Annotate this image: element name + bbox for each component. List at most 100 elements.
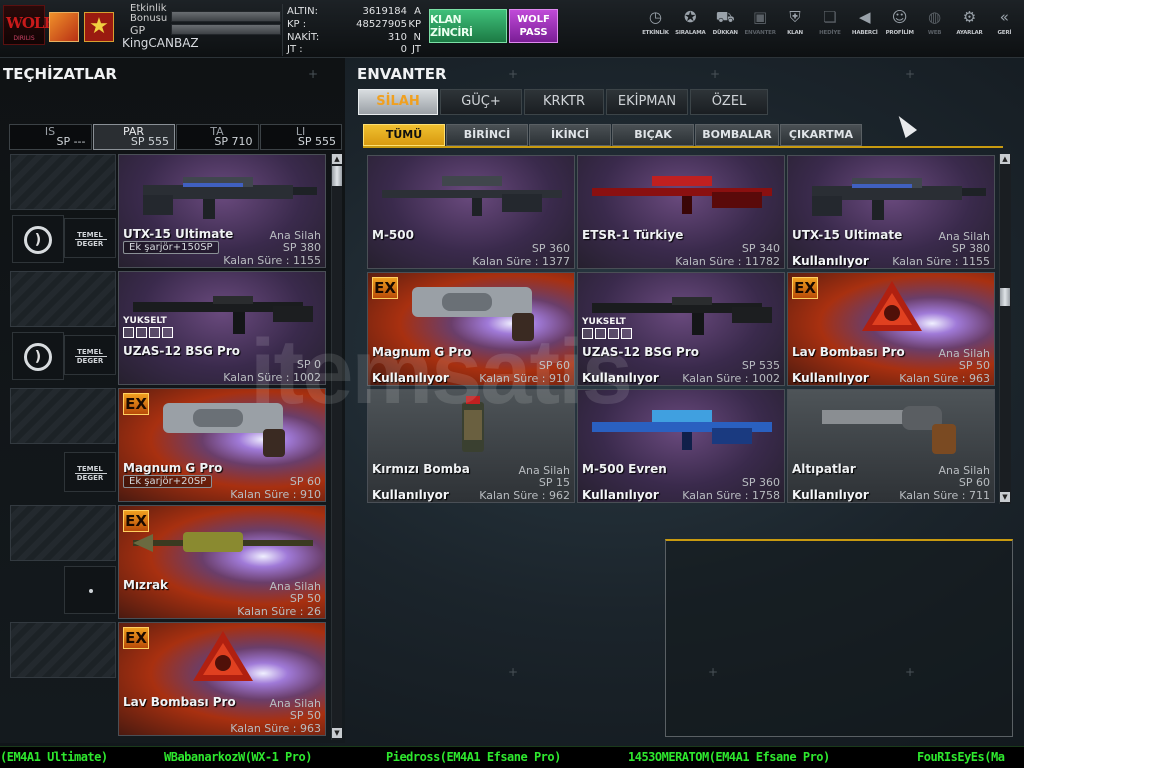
empty-slot[interactable] xyxy=(10,622,116,678)
remaining-time: Kalan Süre : 1377 xyxy=(472,255,570,268)
remaining-time: Kalan Süre : 963 xyxy=(230,722,321,735)
currency-label: KP : xyxy=(287,19,307,30)
class-tab[interactable]: LI SP 555 xyxy=(259,124,342,150)
tab-özel[interactable]: ÖZEL xyxy=(690,89,768,115)
equipment-slots: ) TEMEL DEĞER UTX-15 Ultimate Ana Silah SP 3… xyxy=(10,154,340,740)
class-tab-sp: SP 710 xyxy=(214,135,253,148)
klan-chain-button[interactable]: KLAN ZİNCİRİ xyxy=(429,9,507,43)
nav-label: HEDİYE xyxy=(819,30,841,36)
news-ticker: (EM4A1 Ultimate) WBabanarkozW(WX-1 Pro) … xyxy=(0,746,1024,768)
weapon-sp: SP 360 xyxy=(531,242,570,255)
filter-tab[interactable]: BIÇAK xyxy=(612,124,694,146)
equipped-item[interactable]: EX Lav Bombası Pro Ana Silah SP 50 Kalan Sür… xyxy=(118,622,326,736)
inventory-scrollbar[interactable]: ▲ ▼ xyxy=(999,154,1011,504)
scroll-down-icon[interactable]: ▼ xyxy=(1000,492,1010,502)
currency-row: JT : 0 JT xyxy=(287,44,421,56)
weapon-name: Lav Bombası Pro xyxy=(123,695,236,709)
scroll-down-icon[interactable]: ▼ xyxy=(332,728,342,738)
base-value-label: TEMEL DEĞER xyxy=(64,335,116,375)
event-bonus-bar xyxy=(171,11,281,22)
nav-item[interactable]: ▣ ENVANTER xyxy=(743,8,778,50)
weapon-name: UZAS-12 BSG Pro xyxy=(123,344,241,358)
nav-item[interactable]: ⛨ KLAN xyxy=(778,8,813,50)
cross-marker: + xyxy=(508,67,519,81)
class-tab-sp: SP --- xyxy=(56,135,86,148)
class-tab[interactable]: PAR SP 555 xyxy=(92,124,175,150)
upgrade-slot xyxy=(162,327,173,338)
weapon-image xyxy=(193,631,253,681)
scroll-up-icon[interactable]: ▲ xyxy=(332,154,342,164)
inventory-item[interactable]: UTX-15 Ultimate Ana Silah SP 380 Kalan Süre… xyxy=(787,155,995,269)
filter-tab[interactable]: BİRİNCİ xyxy=(446,124,528,146)
remaining-time: Kalan Süre : 1155 xyxy=(892,255,990,268)
equipment-title: TEÇHİZATLAR xyxy=(3,65,117,83)
in-use-label: Kullanılıyor xyxy=(792,488,869,502)
globe-icon: ◍ xyxy=(928,8,942,26)
star-badge-icon: ★ xyxy=(84,12,114,42)
empty-slot[interactable] xyxy=(10,388,116,444)
remaining-time: Kalan Süre : 1758 xyxy=(682,489,780,502)
nav-item[interactable]: ⚙ AYARLAR xyxy=(952,8,987,50)
weapon-art xyxy=(582,158,782,231)
scroll-thumb[interactable] xyxy=(332,166,342,186)
currency-unit: N xyxy=(413,32,421,43)
currency-value: 310 xyxy=(387,32,407,43)
weapon-name: Altıpatlar xyxy=(792,462,856,476)
filter-tab[interactable]: ÇIKARTMA xyxy=(780,124,862,146)
equipped-item[interactable]: EX Mızrak Ana Silah SP 50 Kalan Süre : 26 xyxy=(118,505,326,619)
equipment-scrollbar[interactable]: ▲ ▼ xyxy=(331,154,342,740)
attachment-slot[interactable]: ) xyxy=(12,332,64,380)
equipped-item[interactable]: UTX-15 Ultimate Ana Silah SP 380 Kalan Süre… xyxy=(118,154,326,268)
weapon-name: Kırmızı Bomba xyxy=(372,462,470,476)
weapon-art xyxy=(123,508,323,581)
nav-item[interactable]: ◀ HABERCİ xyxy=(847,8,882,50)
weapon-name: M-500 xyxy=(372,228,414,242)
wolf-pass-button[interactable]: WOLF PASS xyxy=(509,9,558,43)
empty-slot[interactable] xyxy=(10,505,116,561)
nav-label: ENVANTER xyxy=(744,30,776,36)
nav-item[interactable]: ⛟ DÜKKAN xyxy=(708,8,743,50)
weapon-name: UTX-15 Ultimate xyxy=(123,227,234,241)
tab-si̇lah[interactable]: SİLAH xyxy=(358,89,438,115)
shield-icon: ⛨ xyxy=(789,8,801,26)
class-tabs: IS SP --- PAR SP 555 TA SP 710 LI SP 555 xyxy=(9,124,343,150)
class-tab[interactable]: IS SP --- xyxy=(9,124,92,150)
empty-slot[interactable] xyxy=(10,271,116,327)
attachment-slot[interactable]: ) xyxy=(12,215,64,263)
ring-icon: ) xyxy=(24,226,52,254)
weapon-image xyxy=(382,176,562,216)
nav-item[interactable]: ☺ PROFİLİM xyxy=(882,8,917,50)
nav-item[interactable]: « GERİ xyxy=(987,8,1022,50)
top-bar: WOLF DIRILIS ★ Etkinlik Bonusu GP KingCA… xyxy=(0,0,1024,58)
currency-row: KP : 48527905 KP xyxy=(287,19,421,31)
filter-tab[interactable]: TÜMÜ xyxy=(363,124,445,146)
weapon-sp: SP 50 xyxy=(289,709,321,722)
cross-marker: + xyxy=(708,665,719,679)
tab-eki̇pman[interactable]: EKİPMAN xyxy=(606,89,688,115)
class-tab[interactable]: TA SP 710 xyxy=(176,124,259,150)
inventory-item[interactable]: ETSR-1 Türkiye SP 340 Kalan Süre : 11782 xyxy=(577,155,785,269)
nav-item[interactable]: ◷ ETKİNLİK xyxy=(638,8,673,50)
weapon-name: Magnum G Pro xyxy=(123,461,223,475)
nav-item[interactable]: ❏ HEDİYE xyxy=(812,8,847,50)
back-icon: « xyxy=(999,8,1009,26)
class-tab-sp: SP 555 xyxy=(297,135,336,148)
nav-item[interactable]: ✪ SIRALAMA xyxy=(673,8,708,50)
empty-slot[interactable] xyxy=(10,154,116,210)
nav-label: WEB xyxy=(927,30,942,36)
weapon-sp: SP 360 xyxy=(741,476,780,489)
weapon-image xyxy=(143,177,317,219)
nav-item[interactable]: ◍ WEB xyxy=(917,8,952,50)
tab-güç+[interactable]: GÜÇ+ xyxy=(440,89,522,115)
upgrade-slot xyxy=(149,327,160,338)
in-use-label: Kullanılıyor xyxy=(792,254,869,268)
scroll-up-icon[interactable]: ▲ xyxy=(1000,154,1010,164)
scroll-thumb[interactable] xyxy=(1000,288,1010,306)
filter-tab[interactable]: İKİNCİ xyxy=(529,124,611,146)
attachment-slot[interactable] xyxy=(64,566,116,614)
filter-tab[interactable]: BOMBALAR xyxy=(695,124,779,146)
inventory-item[interactable]: M-500 SP 360 Kalan Süre : 1377 xyxy=(367,155,575,269)
remaining-time: Kalan Süre : 26 xyxy=(237,605,321,618)
tab-krktr[interactable]: KRKTR xyxy=(524,89,604,115)
ex-badge: EX xyxy=(123,510,149,532)
